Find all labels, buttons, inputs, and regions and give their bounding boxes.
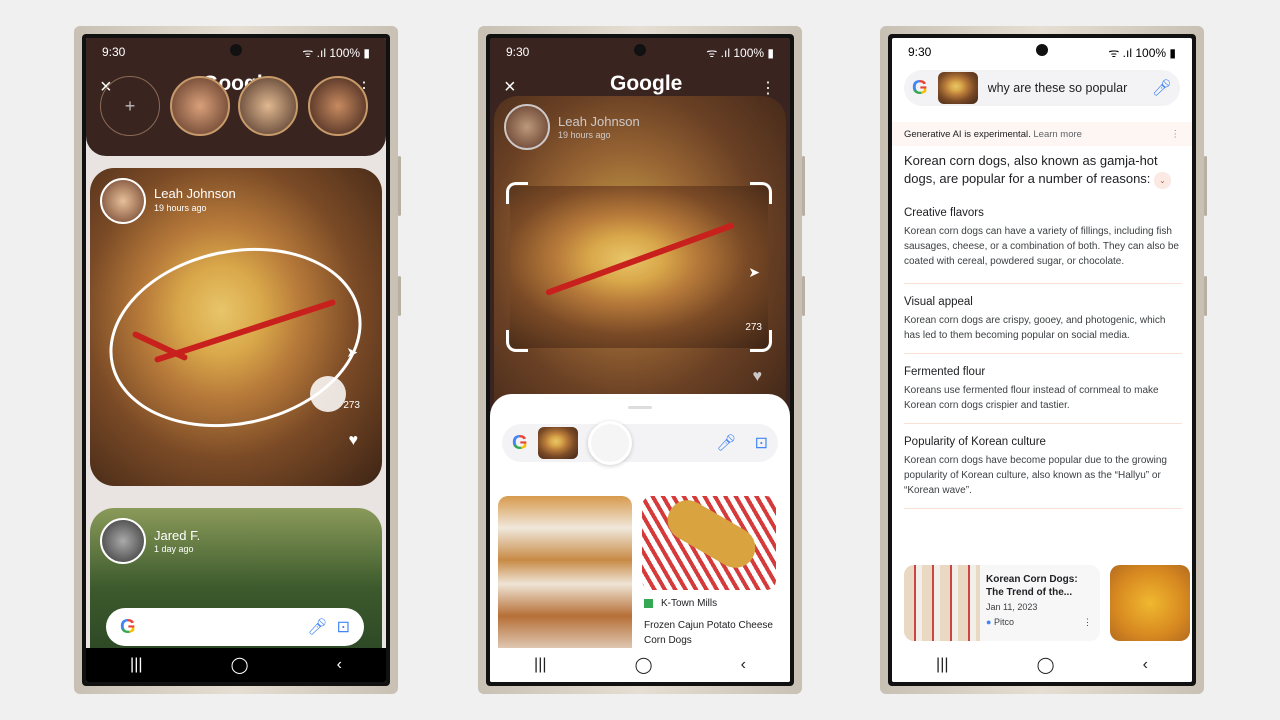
battery: ᯤ .ıl 100% ▮ [706,45,774,60]
time: 9:30 [506,45,530,59]
avatar[interactable] [100,518,146,564]
search-bar[interactable]: G why are these so popular 🎤︎ [904,70,1180,106]
section: Fermented flour Koreans use fermented flo… [904,366,1159,411]
close-button[interactable]: × [504,76,516,99]
add-story-button[interactable]: + [100,76,160,136]
expand-chevron-icon[interactable]: ⌄ [1154,171,1171,189]
avatar[interactable] [238,76,298,136]
comment-count[interactable]: 273 [343,400,360,411]
recents-button[interactable]: ||| [936,656,948,674]
share-icon[interactable]: ➤ [346,344,358,361]
recents-button[interactable]: ||| [130,656,142,674]
ai-overview: Korean corn dogs, also known as gamja-ho… [904,152,1182,517]
results-sheet: G 🎤︎ ⊡ K-Town Mills Frozen Cajun Potato … [490,394,790,682]
ai-notice: Generative AI is experimental. Learn mor… [892,122,1192,146]
phone-1: 9:30 ᯤ .ıl 100% ▮ × Google ⋮ + Leah Johns… [74,26,401,694]
loading-indicator [587,421,632,465]
lens-icon[interactable]: ⊡ [337,619,350,636]
heart-icon[interactable]: ♥ [349,432,359,450]
nav-bar: ||| ◯ ‹ [490,648,790,682]
more-icon[interactable]: ⋮ [760,78,776,98]
back-button[interactable]: ‹ [1143,656,1148,674]
battery: ᯤ .ıl 100% ▮ [302,45,370,60]
post-time: 19 hours ago [558,130,611,140]
nav-bar: ||| ◯ ‹ [892,648,1192,682]
card-source: ● Pitco ⋮ [986,617,1092,628]
post-time: 19 hours ago [154,203,207,213]
search-bar[interactable]: G 🎤︎ ⊡ [502,421,778,465]
comment-count[interactable]: 273 [745,322,762,333]
search-query[interactable]: why are these so popular [988,81,1138,95]
result-title[interactable]: Frozen Cajun Potato Cheese Corn Dogs [644,618,774,648]
intro-text: Korean corn dogs, also known as gamja-ho… [904,152,1182,189]
google-icon: G [512,431,528,454]
post-image[interactable]: Leah Johnson 19 hours ago ➤ 273 ♥ [90,168,382,486]
google-icon: G [912,76,928,99]
home-button[interactable]: ◯ [1037,655,1055,675]
recents-button[interactable]: ||| [534,656,546,674]
result-image[interactable] [498,496,632,656]
post-author: Leah Johnson [154,186,236,201]
selected-region[interactable]: ➤ 273 [506,182,772,352]
learn-more-link[interactable]: Learn more [1033,129,1082,140]
result-image[interactable] [642,492,776,590]
home-button[interactable]: ◯ [231,655,249,675]
card-image [904,565,980,641]
source-icon [644,599,653,608]
section: Popularity of Korean culture Korean corn … [904,436,1167,496]
mic-icon[interactable]: 🎤︎ [307,619,327,636]
card-title: Korean Corn Dogs: The Trend of the... [986,574,1078,598]
section: Creative flavors Korean corn dogs can hav… [904,207,1179,267]
post-author: Leah Johnson [558,114,640,129]
phone-2: 9:30 ᯤ .ıl 100% ▮ × Google ⋮ Leah Johnson… [478,26,805,694]
source-card-image[interactable] [1110,565,1190,641]
avatar[interactable] [504,104,550,150]
search-bar[interactable]: G 🎤︎ ⊡ [106,608,364,646]
phone-3: 9:30 ᯤ .ıl 100% ▮ G why are these so popu… [880,26,1207,694]
more-icon[interactable]: ⋮ [1083,617,1092,628]
mic-icon[interactable]: 🎤︎ [1152,78,1172,98]
share-icon[interactable]: ➤ [748,264,760,281]
image-thumbnail[interactable] [537,427,578,459]
back-button[interactable]: ‹ [337,656,342,674]
avatar[interactable] [308,76,368,136]
google-logo: Google [610,72,683,95]
heart-icon[interactable]: ♥ [753,368,763,386]
post-author: Jared F. [154,528,201,543]
post-time: 1 day ago [154,544,194,554]
image-thumbnail[interactable] [937,72,978,104]
home-button[interactable]: ◯ [635,655,653,675]
google-icon: G [120,615,136,638]
back-button[interactable]: ‹ [741,656,746,674]
avatar[interactable] [100,178,146,224]
section: Visual appeal Korean corn dogs are crispy… [904,296,1166,341]
source-card[interactable]: Korean Corn Dogs: The Trend of the... Ja… [904,565,1100,641]
lens-icon[interactable]: ⊡ [755,433,768,453]
result-source[interactable]: K-Town Mills [644,598,717,609]
time: 9:30 [102,45,126,59]
circle-selection [92,225,379,450]
nav-bar: ||| ◯ ‹ [86,648,386,682]
battery: ᯤ .ıl 100% ▮ [1108,45,1176,60]
mic-icon[interactable]: 🎤︎ [716,433,736,453]
avatar[interactable] [170,76,230,136]
more-icon[interactable]: ⋮ [1171,129,1181,140]
card-date: Jan 11, 2023 [986,602,1038,612]
drag-handle[interactable] [628,406,652,409]
time: 9:30 [908,45,932,59]
globe-icon: ● [986,617,992,627]
